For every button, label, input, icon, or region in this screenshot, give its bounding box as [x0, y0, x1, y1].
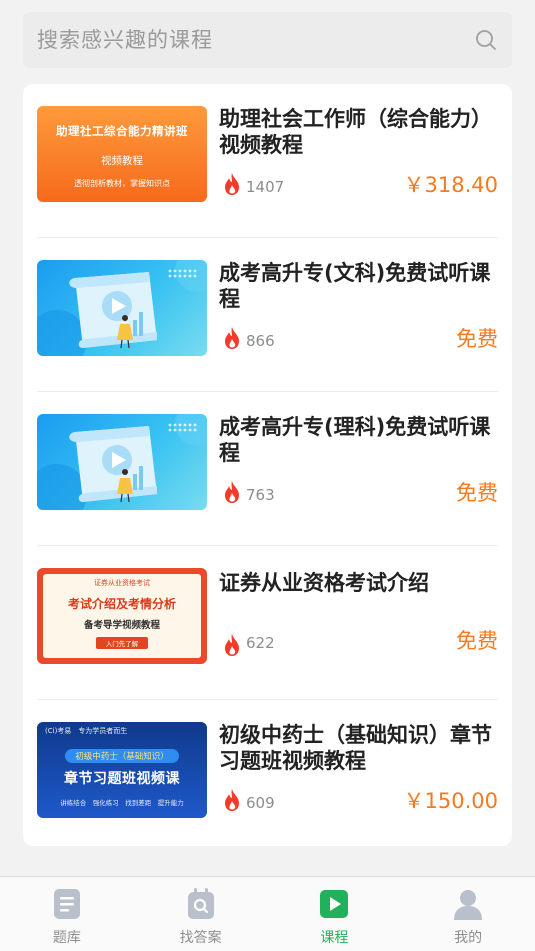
fire-icon [225, 481, 239, 503]
course-item[interactable]: 助理社工综合能力精讲班 视频教程 透彻剖析教材，掌握知识点 助理社会工作师（综合… [37, 84, 498, 238]
find-answer-icon [187, 888, 214, 919]
tab-find-answer[interactable]: 找答案 [134, 877, 268, 951]
search-input[interactable] [37, 28, 474, 52]
scroll-illustration [37, 414, 207, 510]
view-count: 622 [246, 634, 275, 652]
thumbnail-title: 章节习题班视频课 [64, 771, 180, 787]
course-price: 免费 [456, 629, 498, 653]
profile-icon [454, 890, 483, 920]
course-item[interactable]: 证券从业资格考试 考试介绍及考情分析 备考导学视频教程 入门先了解 证券从业资格… [37, 546, 498, 700]
thumbnail-tagline: 透彻剖析教材，掌握知识点 [74, 179, 170, 188]
course-item[interactable]: (Ci)考易 专为学员者而生 初级中药士（基础知识） 章节习题班视频课 讲练结合… [37, 700, 498, 854]
course-title[interactable]: 证券从业资格考试介绍 [219, 570, 499, 596]
course-thumbnail[interactable]: 助理社工综合能力精讲班 视频教程 透彻剖析教材，掌握知识点 [37, 106, 207, 202]
course-title[interactable]: 初级中药士（基础知识）章节习题班视频教程 [219, 722, 499, 774]
search-bar[interactable] [23, 12, 512, 68]
view-count: 763 [246, 486, 275, 504]
thumbnail-title: 助理社工综合能力精讲班 [56, 124, 188, 138]
fire-icon [225, 789, 239, 811]
view-count: 609 [246, 794, 275, 812]
course-price: 免费 [456, 327, 498, 351]
course-title[interactable]: 成考高升专(文科)免费试听课程 [219, 260, 499, 312]
tab-profile[interactable]: 我的 [401, 877, 535, 951]
view-count: 866 [246, 332, 275, 350]
tab-course[interactable]: 课程 [268, 877, 402, 951]
course-item[interactable]: 成考高升专(理科)免费试听课程 763 免费 [37, 392, 498, 546]
fire-icon [225, 634, 239, 656]
course-title[interactable]: 成考高升专(理科)免费试听课程 [219, 414, 499, 466]
course-thumbnail[interactable]: 证券从业资格考试 考试介绍及考情分析 备考导学视频教程 入门先了解 [37, 568, 207, 664]
course-thumbnail[interactable] [37, 414, 207, 510]
course-play-icon [320, 890, 349, 918]
bottom-tab-bar: 题库 找答案 课程 我的 [0, 876, 535, 951]
course-item[interactable]: 成考高升专(文科)免费试听课程 866 免费 [37, 238, 498, 392]
thumbnail-brand: (Ci)考易 专为学员者而生 [45, 727, 128, 735]
view-count: 1407 [246, 178, 285, 196]
course-price: 免费 [456, 481, 498, 505]
search-icon[interactable] [474, 28, 498, 52]
scroll-illustration [37, 260, 207, 356]
thumbnail-badge: 初级中药士（基础知识） [65, 749, 179, 763]
fire-icon [225, 327, 239, 349]
course-thumbnail[interactable] [37, 260, 207, 356]
course-price: ￥318.40 [403, 173, 498, 197]
thumbnail-badge: 证券从业资格考试 [94, 579, 150, 587]
thumbnail-title: 考试介绍及考情分析 [67, 597, 176, 611]
tab-question-bank[interactable]: 题库 [0, 877, 134, 951]
course-thumbnail[interactable]: (Ci)考易 专为学员者而生 初级中药士（基础知识） 章节习题班视频课 讲练结合… [37, 722, 207, 818]
thumbnail-subtitle: 备考导学视频教程 [83, 620, 160, 631]
tab-label: 我的 [454, 930, 483, 946]
tab-label: 题库 [52, 930, 81, 946]
thumbnail-features: 讲练结合 强化练习 找到差距 提升能力 [60, 799, 184, 807]
question-bank-icon [53, 889, 80, 919]
fire-icon [225, 173, 239, 195]
course-title[interactable]: 助理社会工作师（综合能力）视频教程 [219, 106, 499, 158]
course-list: 助理社工综合能力精讲班 视频教程 透彻剖析教材，掌握知识点 助理社会工作师（综合… [23, 84, 512, 846]
tab-label: 找答案 [179, 930, 222, 946]
course-price: ￥150.00 [403, 789, 498, 813]
thumbnail-subtitle: 视频教程 [101, 155, 143, 167]
thumbnail-tag: 入门先了解 [95, 637, 149, 649]
tab-label: 课程 [320, 930, 349, 946]
